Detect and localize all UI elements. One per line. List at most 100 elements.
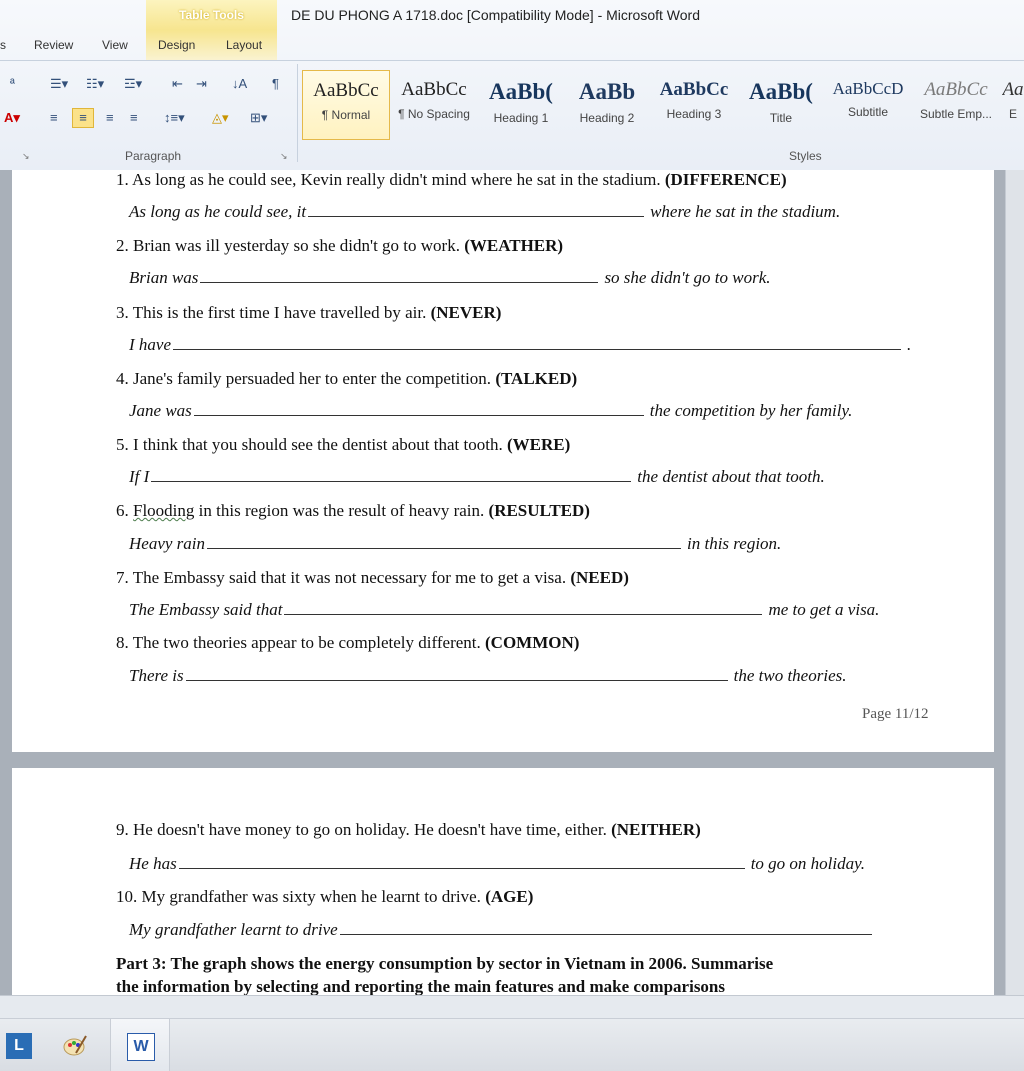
document-page[interactable]: 9. He doesn't have money to go on holida… (12, 768, 994, 995)
line-spacing-icon[interactable]: ↕≡▾ (164, 110, 185, 126)
bullets-icon[interactable]: ☰▾ (50, 76, 68, 92)
question-body: 5. I think that you should see the denti… (116, 435, 503, 454)
question-text: 6. Flooding in this region was the resul… (116, 501, 590, 521)
answer-line: As long as he could see, it where he sat … (129, 202, 840, 222)
answer-suffix: where he sat in the stadium. (650, 202, 841, 221)
answer-blank[interactable] (151, 480, 632, 482)
style-name: Heading 2 (579, 111, 635, 125)
phonetic-guide-icon[interactable]: ª (10, 76, 15, 91)
numbering-icon[interactable]: ☷▾ (86, 76, 104, 92)
style-name: ¶ No Spacing (398, 107, 470, 121)
show-marks-icon[interactable]: ¶ (272, 76, 279, 91)
font-color-icon[interactable]: A▾ (4, 110, 20, 126)
keyword: (NEITHER) (611, 820, 701, 839)
answer-blank[interactable] (173, 348, 902, 350)
tab-row-divider (0, 60, 1024, 61)
paint-palette-icon (63, 1035, 87, 1056)
style-name: Heading 3 (666, 107, 722, 121)
question-body: 4. Jane's family persuaded her to enter … (116, 369, 492, 388)
style-preview: AaBbCc (659, 79, 729, 100)
style-no-spacing[interactable]: AaBbCc ¶ No Spacing (392, 70, 476, 138)
answer-blank[interactable] (178, 867, 745, 869)
font-dialog-launcher-icon[interactable]: ↘ (22, 151, 30, 162)
tab-layout[interactable]: Layout (226, 38, 262, 52)
answer-blank[interactable] (185, 679, 728, 681)
answer-blank[interactable] (339, 933, 872, 935)
style-preview: AaBbCc (924, 79, 988, 100)
increase-indent-icon[interactable]: ⇥ (196, 76, 207, 92)
style-preview: AaBb( (489, 79, 553, 104)
answer-prefix: There is (129, 666, 184, 685)
answer-blank[interactable] (193, 414, 644, 416)
shading-icon[interactable]: ◬▾ (212, 110, 229, 126)
answer-prefix: Jane was (129, 401, 192, 420)
question-text: 7. The Embassy said that it was not nece… (116, 568, 629, 588)
style-preview: AaBbCcD (832, 79, 904, 98)
answer-blank[interactable] (207, 547, 682, 549)
question-body: 1. As long as he could see, Kevin really… (116, 170, 661, 189)
answer-suffix: me to get a visa. (768, 600, 880, 619)
question-body: 8. The two theories appear to be complet… (116, 633, 481, 652)
paragraph-group: ª ☰▾ ☷▾ ☲▾ ⇤ ⇥ ↓A ¶ A▾ ≡ ≡ ≡ ≡ ↕≡▾ ◬▾ ⊞▾ (0, 66, 300, 146)
answer-blank[interactable] (284, 613, 763, 615)
answer-suffix: . (907, 335, 912, 354)
keyword: (WEATHER) (464, 236, 564, 255)
document-page[interactable]: 1. As long as he could see, Kevin really… (12, 170, 994, 752)
question-text: 3. This is the first time I have travell… (116, 303, 501, 323)
question-text: 10. My grandfather was sixty when he lea… (116, 887, 533, 907)
keyword: (RESULTED) (488, 501, 590, 520)
paint-icon[interactable] (62, 1033, 88, 1059)
style-heading-1[interactable]: AaBb( Heading 1 (480, 70, 562, 138)
style-name: Subtitle (847, 105, 889, 119)
answer-suffix: so she didn't go to work. (604, 268, 771, 287)
keyword: (COMMON) (485, 633, 580, 652)
lync-icon[interactable]: L (6, 1033, 32, 1059)
answer-suffix: the competition by her family. (649, 401, 853, 420)
question-text: 2. Brian was ill yesterday so she didn't… (116, 236, 563, 256)
answer-prefix: My grandfather learnt to drive (129, 920, 338, 939)
style-name: Subtle Emp... (919, 107, 993, 121)
answer-line: Brian was so she didn't go to work. (129, 268, 771, 288)
align-right-icon[interactable]: ≡ (106, 110, 114, 125)
tab-design[interactable]: Design (158, 38, 195, 52)
answer-suffix: the two theories. (733, 666, 847, 685)
align-center-icon[interactable]: ≡ (72, 108, 94, 128)
answer-line: There is the two theories. (129, 666, 846, 686)
answer-blank[interactable] (308, 215, 645, 217)
vertical-scrollbar[interactable] (1005, 170, 1024, 995)
paragraph-group-label: Paragraph (125, 149, 182, 163)
answer-blank[interactable] (200, 281, 599, 283)
style-name: Title (769, 111, 793, 125)
style-subtitle[interactable]: AaBbCcD Subtitle (826, 70, 910, 138)
style-title[interactable]: AaBb( Title (740, 70, 822, 138)
tab-partial[interactable]: s (0, 38, 6, 52)
style-heading-3[interactable]: AaBbCc Heading 3 (652, 70, 736, 138)
tab-view[interactable]: View (102, 38, 128, 52)
question-text: 5. I think that you should see the denti… (116, 435, 570, 455)
sort-icon[interactable]: ↓A (232, 76, 247, 91)
taskbar-word-button[interactable]: W (110, 1019, 170, 1071)
align-left-icon[interactable]: ≡ (50, 110, 58, 125)
table-tools-label: Table Tools (179, 8, 244, 22)
keyword: (TALKED) (495, 369, 578, 388)
tab-review[interactable]: Review (34, 38, 73, 52)
multilevel-list-icon[interactable]: ☲▾ (124, 76, 142, 92)
style-normal[interactable]: AaBbCc ¶ Normal (302, 70, 390, 140)
keyword: (DIFFERENCE) (664, 170, 787, 189)
word-icon: W (127, 1033, 155, 1061)
keyword: (NEED) (570, 568, 629, 587)
paragraph-dialog-launcher-icon[interactable]: ↘ (280, 151, 288, 162)
question-text: 9. He doesn't have money to go on holida… (116, 820, 701, 840)
keyword: (NEVER) (430, 303, 502, 322)
style-emphasis-partial[interactable]: Aa E (1002, 70, 1024, 138)
style-name: E (1008, 107, 1017, 121)
style-subtle-emphasis[interactable]: AaBbCc Subtle Emp... (914, 70, 998, 138)
justify-icon[interactable]: ≡ (130, 110, 138, 125)
answer-line: I have. (129, 335, 911, 355)
answer-line: If I the dentist about that tooth. (129, 467, 825, 487)
borders-icon[interactable]: ⊞▾ (250, 110, 267, 126)
style-heading-2[interactable]: AaBb Heading 2 (566, 70, 648, 138)
document-area[interactable]: 1. As long as he could see, Kevin really… (0, 170, 1024, 995)
answer-line: My grandfather learnt to drive (129, 920, 878, 940)
decrease-indent-icon[interactable]: ⇤ (172, 76, 183, 92)
